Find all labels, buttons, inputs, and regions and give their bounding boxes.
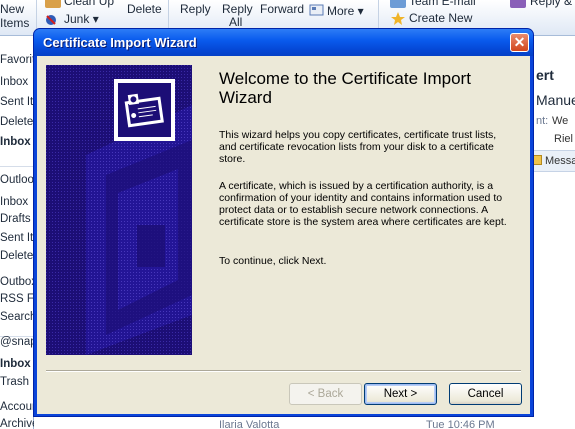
wizard-description-text: A certificate, which is issued by a cert… — [219, 180, 507, 228]
forward-button[interactable]: Forward — [260, 2, 304, 16]
certificate-import-wizard-dialog: Certificate Import Wizard ✕ Welcome to t… — [33, 28, 534, 417]
wizard-banner-graphic — [46, 65, 192, 355]
nav-item-sent-items[interactable]: Sent Items — [0, 96, 34, 108]
wizard-side-panel — [46, 65, 192, 355]
nav-item-deleted[interactable]: Deleted — [0, 250, 34, 262]
wizard-instruction-text: To continue, click Next. — [219, 255, 327, 267]
wizard-intro-text: This wizard helps you copy certificates,… — [219, 129, 497, 165]
reply-all-button[interactable]: Reply — [222, 2, 253, 16]
nav-item-account[interactable]: @snap — [0, 336, 34, 348]
close-button[interactable]: ✕ — [510, 33, 529, 52]
reading-pane: ert Manuel nt: We Riel — [532, 36, 575, 429]
nav-item-archive[interactable]: Archive — [0, 418, 34, 429]
delete-button[interactable]: Delete — [127, 2, 162, 16]
nav-item-inbox[interactable]: Inbox — [0, 196, 34, 208]
nav-item-inbox[interactable]: Inbox ( — [0, 136, 34, 148]
nav-item-outlook-data[interactable]: Outlook Data — [0, 174, 34, 186]
nav-item-favorites[interactable]: Favorites — [0, 54, 34, 66]
nav-item-deleted[interactable]: Deleted — [0, 116, 34, 128]
more-button[interactable]: More ▾ — [327, 4, 364, 18]
cleanup-icon — [45, 0, 61, 8]
dialog-client-area: Welcome to the Certificate Import Wizard… — [37, 56, 530, 414]
reading-to-value: Riel — [554, 133, 573, 145]
more-icon — [309, 3, 325, 17]
junk-button[interactable]: Junk ▾ — [64, 12, 99, 26]
nav-item-inbox[interactable]: Inbox — [0, 76, 34, 88]
dialog-title: Certificate Import Wizard — [43, 35, 197, 50]
nav-item-inbox[interactable]: Inbox ( — [0, 358, 34, 370]
new-items-label-2[interactable]: Items — [0, 16, 29, 30]
close-icon: ✕ — [513, 34, 526, 50]
junk-icon — [45, 12, 61, 26]
reading-sender: Manuel — [536, 92, 575, 108]
nav-item-rss-feeds[interactable]: RSS Feeds — [0, 293, 34, 305]
new-items-button[interactable]: New — [0, 2, 24, 16]
wizard-heading: Welcome to the Certificate Import Wizard — [219, 69, 471, 107]
nav-divider — [0, 166, 34, 167]
create-new-button[interactable]: Create New — [409, 11, 472, 25]
message-list-row[interactable]: Ilaria Valotta Tue 10:46 PM — [34, 415, 532, 429]
nav-item-trash[interactable]: Trash — [0, 376, 34, 388]
reply-delete-button[interactable]: Reply & Del — [530, 0, 575, 8]
nav-item-outbox[interactable]: Outbox — [0, 276, 34, 288]
cleanup-button[interactable]: Clean Up — [64, 0, 114, 8]
nav-item-drafts[interactable]: Drafts — [0, 213, 34, 225]
message-sender: Ilaria Valotta — [219, 419, 280, 429]
reading-subject: ert — [536, 67, 554, 83]
more-label: More — [327, 4, 355, 18]
folder-pane: Favorites Inbox Sent Items Deleted Inbox… — [0, 36, 34, 429]
back-button[interactable]: < Back — [289, 383, 362, 405]
dialog-titlebar[interactable]: Certificate Import Wizard ✕ — [34, 29, 533, 56]
reading-sent-label: nt: — [536, 115, 549, 127]
button-divider — [46, 370, 521, 372]
team-email-button[interactable]: Team E-mail — [409, 0, 476, 8]
nav-item-search[interactable]: Search — [0, 311, 34, 323]
reading-info-bar[interactable]: Messa — [532, 150, 575, 172]
new-items-label-1: New — [0, 2, 25, 16]
reply-all-label-2[interactable]: All — [229, 15, 242, 29]
create-new-icon — [390, 11, 406, 25]
reply-delete-icon — [510, 0, 526, 8]
team-email-icon — [390, 0, 406, 8]
next-button[interactable]: Next > — [364, 383, 437, 405]
nav-item-sent-items[interactable]: Sent Items — [0, 232, 34, 244]
junk-label: Junk — [64, 12, 90, 26]
nav-item-account[interactable]: Account — [0, 401, 34, 413]
reading-bar-label: Messa — [545, 155, 575, 167]
reading-sent-value: We — [552, 115, 569, 127]
message-time: Tue 10:46 PM — [426, 419, 495, 429]
message-icon — [533, 155, 542, 165]
reply-button[interactable]: Reply — [180, 2, 211, 16]
cancel-button[interactable]: Cancel — [449, 383, 522, 405]
